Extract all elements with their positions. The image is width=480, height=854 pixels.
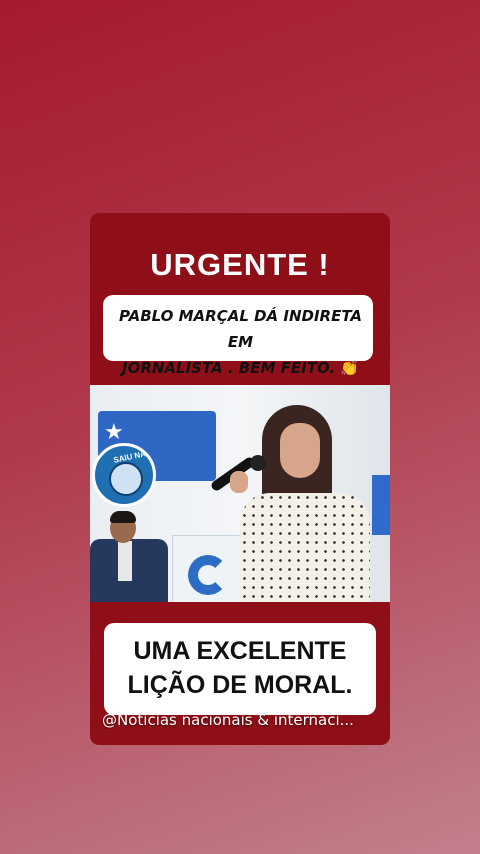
podium-logo — [188, 555, 228, 595]
backdrop-panel — [372, 475, 390, 535]
caption-line2: LIÇÃO DE MORAL. — [127, 671, 353, 699]
subtitle-line1: PABLO MARÇAL DÁ INDIRETA EM — [118, 307, 363, 351]
speaking-woman — [240, 405, 370, 602]
subtitle-line2: JORNALISTA . BEM FEITO. — [122, 359, 336, 377]
seated-man — [90, 507, 170, 602]
caption-line1: UMA EXCELENTE — [133, 637, 347, 665]
microphone-head — [250, 455, 266, 471]
caption-text: UMA EXCELENTE LIÇÃO DE MORAL. — [104, 634, 376, 702]
story-card[interactable]: URGENTE ! PABLO MARÇAL DÁ INDIRETA EM JO… — [90, 213, 390, 745]
channel-logo: SAIU NA MÍDIA — [92, 443, 156, 507]
star-icon: ★ — [104, 419, 124, 444]
eye-globe-icon — [109, 462, 143, 496]
headline: URGENTE ! — [150, 247, 330, 282]
subtitle-box: PABLO MARÇAL DÁ INDIRETA EM JORNALISTA .… — [103, 295, 373, 403]
logo-text: SAIU NA MÍDIA — [112, 444, 156, 465]
hand — [230, 471, 248, 493]
caption-box: UMA EXCELENTE LIÇÃO DE MORAL. — [104, 623, 376, 715]
credit-watermark: @Noticias nacionais & internaci... — [102, 711, 354, 729]
video-frame[interactable]: ★ SAIU NA MÍDIA — [90, 385, 390, 602]
